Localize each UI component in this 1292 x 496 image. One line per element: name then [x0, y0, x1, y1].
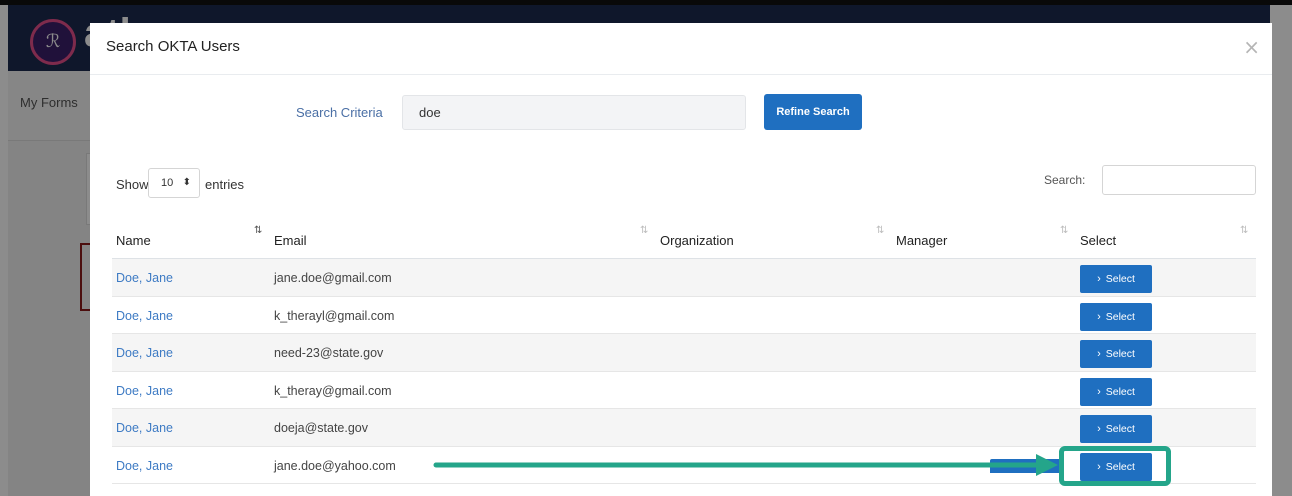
annotation-arrow-head [1036, 454, 1058, 476]
annotation-highlight-box [1059, 446, 1171, 486]
annotation-arrow [433, 454, 1058, 476]
